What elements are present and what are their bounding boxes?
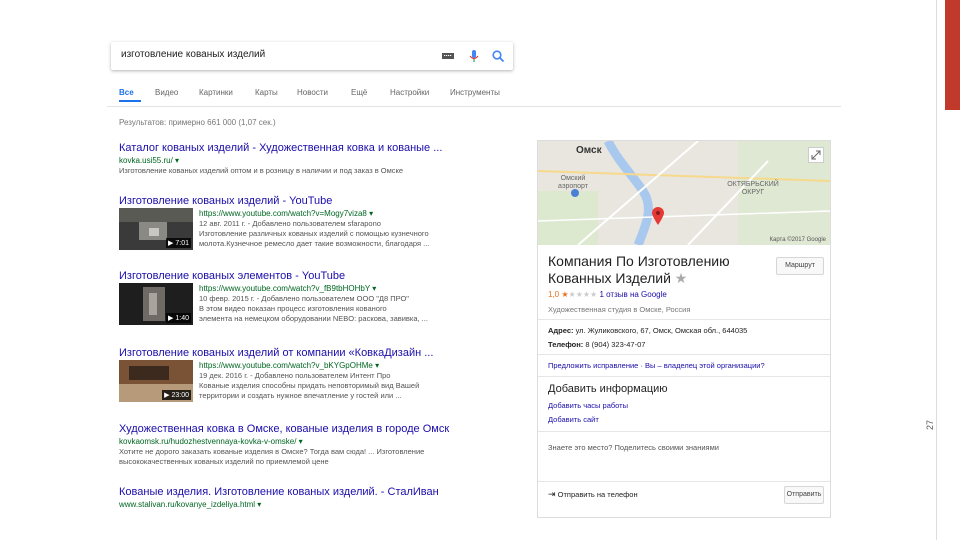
- expand-map-icon[interactable]: [808, 147, 824, 163]
- send-button[interactable]: Отправить: [784, 486, 824, 504]
- result-snippet: В этом видео показан процесс изготовлени…: [199, 304, 387, 313]
- map-label: ОКТЯБРЬСКИЙ ОКРУГ: [727, 181, 779, 196]
- map-copyright: Карта ©2017 Google: [769, 237, 826, 243]
- divider: [107, 106, 841, 107]
- result-date: 10 февр. 2015 г. - Добавлено пользовател…: [199, 294, 409, 303]
- divider: [538, 354, 830, 355]
- result-url[interactable]: kovka.usi55.ru/ ▾: [119, 155, 442, 166]
- tab-images[interactable]: Картинки: [199, 88, 233, 97]
- search-tabs: Все Видео Картинки Карты Новости Ещё Нас…: [107, 88, 841, 104]
- result-date: 12 авг. 2011 г. - Добавлено пользователе…: [199, 219, 381, 228]
- address-label: Адрес:: [548, 326, 574, 335]
- divider: [538, 376, 830, 377]
- address-value: ул. Жуликовского, 67, Омск, Омская обл.,…: [575, 326, 748, 335]
- panel-title-text: Компания По Изготовлению Кованных Издели…: [548, 253, 730, 286]
- panel-title: Компания По Изготовлению Кованных Издели…: [548, 253, 758, 287]
- result-title[interactable]: Художественная ковка в Омске, кованые из…: [119, 423, 449, 436]
- rating-row: 1,0 ★★★★★ 1 отзыв на Google: [548, 290, 667, 299]
- tab-all[interactable]: Все: [119, 88, 134, 97]
- result-title[interactable]: Каталог кованых изделий - Художественная…: [119, 142, 442, 155]
- add-website-link[interactable]: Добавить сайт: [548, 415, 599, 424]
- result-snippet: Кованые изделия способны придать неповто…: [199, 381, 420, 390]
- result-title[interactable]: Кованые изделия. Изготовление кованых из…: [119, 486, 439, 499]
- map-label: Омский аэропорт: [558, 175, 588, 190]
- result-item: Кованые изделия. Изготовление кованых из…: [119, 486, 439, 510]
- microphone-icon[interactable]: [467, 49, 481, 63]
- result-snippet: Изготовление различных кованых изделий с…: [199, 229, 429, 238]
- divider: [538, 431, 830, 432]
- divider: [538, 319, 830, 320]
- active-tab-indicator: [119, 100, 141, 102]
- slide-accent-bar: [945, 0, 960, 110]
- tab-maps[interactable]: Карты: [255, 88, 278, 97]
- tab-tools[interactable]: Инструменты: [450, 88, 500, 97]
- video-duration: ▶ 23:00: [162, 390, 191, 400]
- result-snippet: Хотите не дорого заказать кованые издели…: [119, 447, 425, 456]
- slide-divider-line: [936, 0, 937, 540]
- keyboard-icon[interactable]: [441, 49, 455, 63]
- video-thumbnail[interactable]: ▶ 1:40: [119, 283, 193, 325]
- result-url[interactable]: https://www.youtube.com/watch?v_bKYGpOHM…: [199, 360, 419, 371]
- map-pin-icon[interactable]: [652, 207, 664, 225]
- divider: [538, 481, 830, 482]
- phone-value[interactable]: 8 (904) 323-47-07: [585, 340, 645, 349]
- add-info-heading: Добавить информацию: [548, 383, 668, 395]
- result-url[interactable]: https://www.youtube.com/watch?v=Mogy7viz…: [199, 208, 429, 219]
- business-type: Художественная студия в Омске, Россия: [548, 305, 691, 314]
- result-title[interactable]: Изготовление кованых изделий от компании…: [119, 347, 433, 360]
- result-stats: Результатов: примерно 661 000 (1,07 сек.…: [119, 118, 276, 127]
- result-title[interactable]: Изготовление кованых изделий - YouTube: [119, 195, 332, 208]
- tab-settings[interactable]: Настройки: [390, 88, 429, 97]
- result-snippet: молота.Кузнечное ремесло дает такие возм…: [199, 239, 430, 248]
- phone-label: Телефон:: [548, 340, 584, 349]
- video-result-item: Изготовление кованых изделий от компании…: [119, 347, 433, 408]
- knowledge-panel: Омск Омский аэропорт ОКТЯБРЬСКИЙ ОКРУГ К…: [537, 140, 831, 518]
- send-to-phone-label: Отправить на телефон: [557, 490, 638, 499]
- suggest-edit-link[interactable]: Предложить исправление · Вы – владелец э…: [548, 361, 765, 370]
- result-date: 19 дек. 2016 г. - Добавлено пользователе…: [199, 371, 391, 380]
- video-result-item: Изготовление кованых элементов - YouTube…: [119, 270, 428, 331]
- tab-more[interactable]: Ещё: [351, 88, 367, 97]
- map-city-label: Омск: [576, 145, 602, 156]
- phone-row: Телефон: 8 (904) 323-47-07: [548, 340, 645, 349]
- search-results-screenshot: изготовление кованых изделий Все Видео К…: [107, 30, 841, 518]
- route-button[interactable]: Маршрут: [776, 257, 824, 275]
- result-url[interactable]: https://www.youtube.com/watch?v_fB9tbHOH…: [199, 283, 428, 294]
- map[interactable]: Омск Омский аэропорт ОКТЯБРЬСКИЙ ОКРУГ К…: [538, 141, 830, 245]
- send-to-phone-icon: ⇥: [548, 489, 556, 499]
- result-title[interactable]: Изготовление кованых элементов - YouTube: [119, 270, 345, 283]
- result-snippet: элемента на немецком оборудовании NEBO: …: [199, 314, 428, 323]
- result-item: Каталог кованых изделий - Художественная…: [119, 142, 442, 176]
- know-place-text[interactable]: Знаете это место? Поделитесь своими знан…: [548, 443, 719, 452]
- address-row: Адрес: ул. Жуликовского, 67, Омск, Омска…: [548, 326, 747, 335]
- rating-stars-icon: ★★★★★: [561, 290, 598, 299]
- video-duration: ▶ 7:01: [166, 238, 191, 248]
- video-result-item: Изготовление кованых изделий - YouTube ▶…: [119, 195, 429, 256]
- reviews-link[interactable]: 1 отзыв на Google: [599, 290, 666, 299]
- search-box[interactable]: изготовление кованых изделий: [111, 42, 513, 70]
- result-url[interactable]: www.stalivan.ru/kovanye_izdeliya.html ▾: [119, 499, 439, 510]
- video-thumbnail[interactable]: ▶ 23:00: [119, 360, 193, 402]
- slide-number: 27: [925, 419, 935, 430]
- search-input[interactable]: изготовление кованых изделий: [121, 49, 265, 60]
- video-thumbnail[interactable]: ▶ 7:01: [119, 208, 193, 250]
- result-item: Художественная ковка в Омске, кованые из…: [119, 423, 449, 467]
- rating-value: 1,0: [548, 290, 560, 299]
- tab-news[interactable]: Новости: [297, 88, 328, 97]
- result-snippet: территории и создать нужное впечатление …: [199, 391, 402, 400]
- tab-video[interactable]: Видео: [155, 88, 178, 97]
- result-url[interactable]: kovkaomsk.ru/hudozhestvennaya-kovka-v-om…: [119, 436, 449, 447]
- search-icon[interactable]: [491, 49, 505, 63]
- add-hours-link[interactable]: Добавить часы работы: [548, 401, 628, 410]
- result-snippet: Изготовление кованых изделий оптом и в р…: [119, 166, 404, 175]
- video-duration: ▶ 1:40: [166, 313, 191, 323]
- star-outline-icon[interactable]: ★: [675, 270, 688, 286]
- result-snippet: высококачественных кованых изделий по пр…: [119, 457, 329, 466]
- send-to-phone-row: ⇥ Отправить на телефон: [548, 489, 638, 500]
